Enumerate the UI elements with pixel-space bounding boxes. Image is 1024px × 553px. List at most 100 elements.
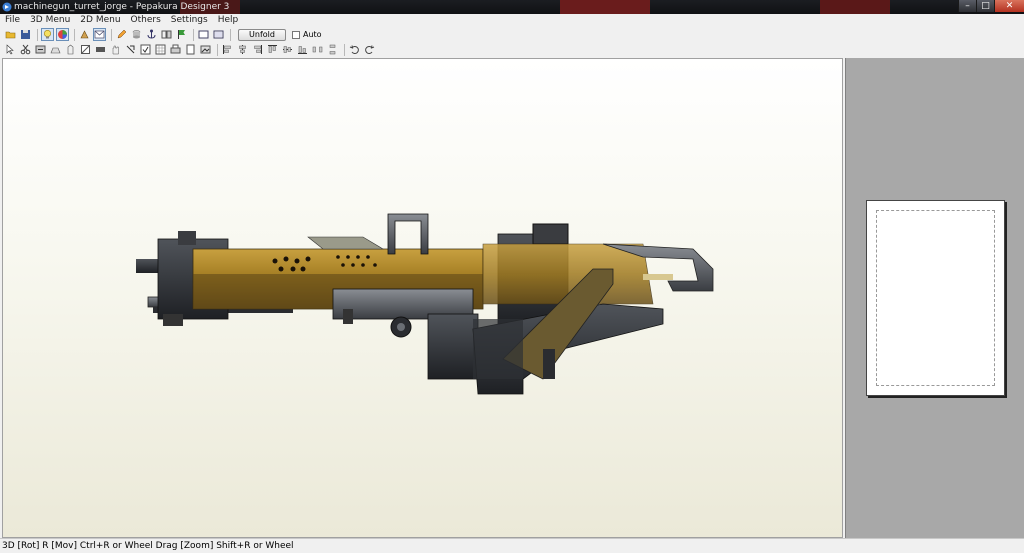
lightbulb-icon (43, 29, 52, 39)
anchor-icon (147, 29, 156, 39)
edit-toolbar (0, 42, 1024, 57)
flap-icon (50, 47, 61, 54)
page-icon (186, 44, 195, 55)
pen-tool-button[interactable] (64, 43, 77, 56)
close-button[interactable]: ✕ (994, 0, 1024, 12)
move-icon (35, 45, 46, 54)
unfold-button[interactable]: Unfold (238, 28, 286, 41)
toolbar-separator (193, 28, 194, 41)
open-button[interactable] (4, 28, 17, 41)
split-window-icon (213, 30, 224, 39)
image-icon (200, 45, 211, 54)
flap-tool-button[interactable] (49, 43, 62, 56)
toolbar-separator (217, 43, 218, 56)
window-title: machinegun_turret_jorge - Pepakura Desig… (14, 2, 230, 12)
menu-settings[interactable]: Settings (166, 14, 213, 27)
toolbar-separator (344, 43, 345, 56)
zoom-tool-button[interactable] (124, 43, 137, 56)
toolbar-separator (230, 28, 231, 41)
color-toggle-button[interactable] (56, 28, 69, 41)
split-view-button[interactable] (212, 28, 225, 41)
menu-3d[interactable]: 3D Menu (25, 14, 75, 27)
join-button[interactable] (160, 28, 173, 41)
menu-help[interactable]: Help (213, 14, 244, 27)
distribute-horizontal-icon (312, 46, 323, 53)
pencil-icon (117, 29, 127, 39)
print-area-button[interactable] (169, 43, 182, 56)
text-tool-button[interactable] (109, 43, 122, 56)
zoom-icon (126, 45, 135, 54)
3d-model-render[interactable] (3, 59, 844, 539)
folder-icon (5, 31, 16, 39)
app-icon (2, 2, 12, 12)
single-view-button[interactable] (197, 28, 210, 41)
fold-tool-button[interactable] (79, 43, 92, 56)
disk-icon (21, 30, 30, 39)
window-controls: – □ ✕ (958, 0, 1024, 12)
redo-button[interactable] (363, 43, 376, 56)
title-bar-decoration (560, 0, 650, 14)
pen-icon (67, 44, 74, 55)
print-margin (876, 210, 995, 386)
window-icon (198, 30, 209, 39)
auto-label: Auto (303, 30, 322, 39)
align-center-icon (239, 45, 246, 54)
grid-tool-button[interactable] (154, 43, 167, 56)
cylinder-icon (132, 30, 141, 39)
image-button[interactable] (199, 43, 212, 56)
redo-icon (365, 45, 375, 54)
anchor-button[interactable] (145, 28, 158, 41)
align-left-button[interactable] (221, 43, 234, 56)
align-middle-button[interactable] (281, 43, 294, 56)
edges-button[interactable] (93, 28, 106, 41)
select-tool-button[interactable] (4, 43, 17, 56)
2d-view-pane[interactable] (845, 58, 1024, 538)
maximize-button[interactable]: □ (976, 0, 994, 12)
fold-icon (81, 45, 90, 54)
title-bar: machinegun_turret_jorge - Pepakura Desig… (0, 0, 1024, 14)
align-top-button[interactable] (266, 43, 279, 56)
texture-toggle-button[interactable] (41, 28, 54, 41)
align-right-icon (254, 45, 262, 54)
menu-2d[interactable]: 2D Menu (75, 14, 125, 27)
move-tool-button[interactable] (34, 43, 47, 56)
align-left-icon (223, 45, 231, 54)
grid-icon (155, 44, 166, 55)
toolbar-separator (111, 28, 112, 41)
align-right-button[interactable] (251, 43, 264, 56)
paper-sheet[interactable] (866, 200, 1005, 396)
menu-file[interactable]: File (0, 14, 25, 27)
undo-icon (349, 45, 359, 54)
join-icon (161, 30, 172, 39)
rotate-part-button[interactable] (94, 43, 107, 56)
hand-icon (112, 45, 119, 55)
title-bar-decoration (820, 0, 890, 14)
check-icon (140, 44, 151, 55)
save-button[interactable] (19, 28, 32, 41)
edit-button[interactable] (115, 28, 128, 41)
align-bottom-button[interactable] (296, 43, 309, 56)
cylinder-button[interactable] (130, 28, 143, 41)
align-bottom-icon (298, 46, 307, 54)
distribute-h-button[interactable] (311, 43, 324, 56)
distribute-v-button[interactable] (326, 43, 339, 56)
menu-others[interactable]: Others (126, 14, 166, 27)
auto-checkbox-group[interactable]: Auto (292, 30, 322, 39)
select-icon (6, 44, 14, 55)
distribute-vertical-icon (329, 44, 336, 55)
minimize-button[interactable]: – (958, 0, 976, 12)
align-center-button[interactable] (236, 43, 249, 56)
polygon-icon (80, 30, 89, 39)
check-tool-button[interactable] (139, 43, 152, 56)
palette-icon (58, 30, 67, 39)
faces-button[interactable] (78, 28, 91, 41)
flag-icon (178, 30, 185, 39)
scissors-icon (20, 44, 31, 55)
auto-checkbox[interactable] (292, 30, 300, 39)
envelope-icon (94, 30, 105, 39)
3d-view-pane[interactable] (2, 58, 843, 538)
cut-tool-button[interactable] (19, 43, 32, 56)
flag-button[interactable] (175, 28, 188, 41)
undo-button[interactable] (348, 43, 361, 56)
page-setup-button[interactable] (184, 43, 197, 56)
